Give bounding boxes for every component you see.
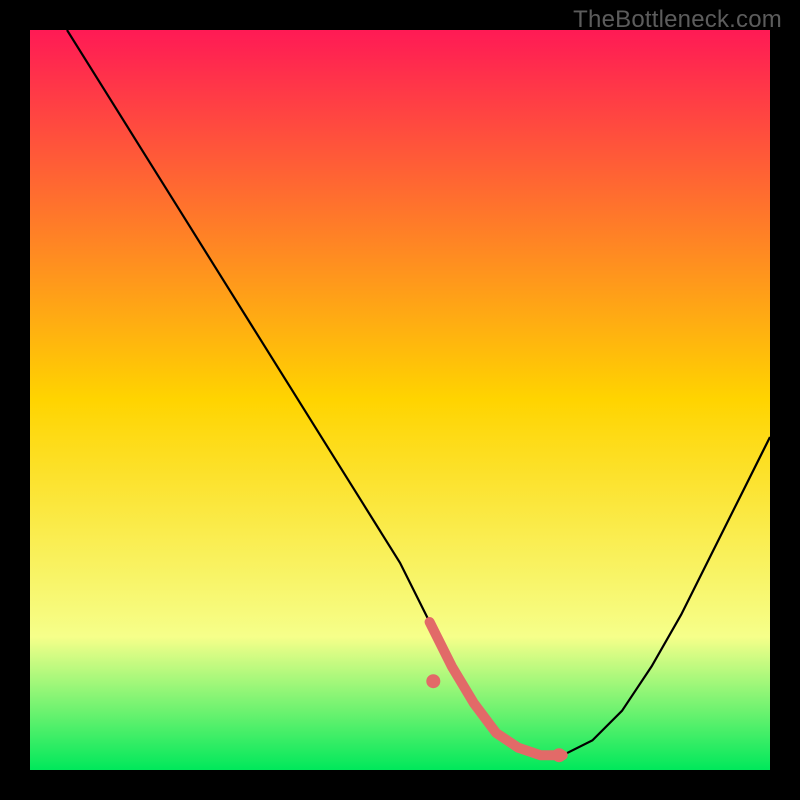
watermark-text: TheBottleneck.com — [573, 6, 782, 34]
accent-dot — [552, 748, 566, 762]
chart-frame: TheBottleneck.com — [0, 0, 800, 800]
chart-svg — [30, 30, 770, 770]
gradient-background — [30, 30, 770, 770]
plot-area — [30, 30, 770, 770]
accent-dot — [426, 674, 440, 688]
